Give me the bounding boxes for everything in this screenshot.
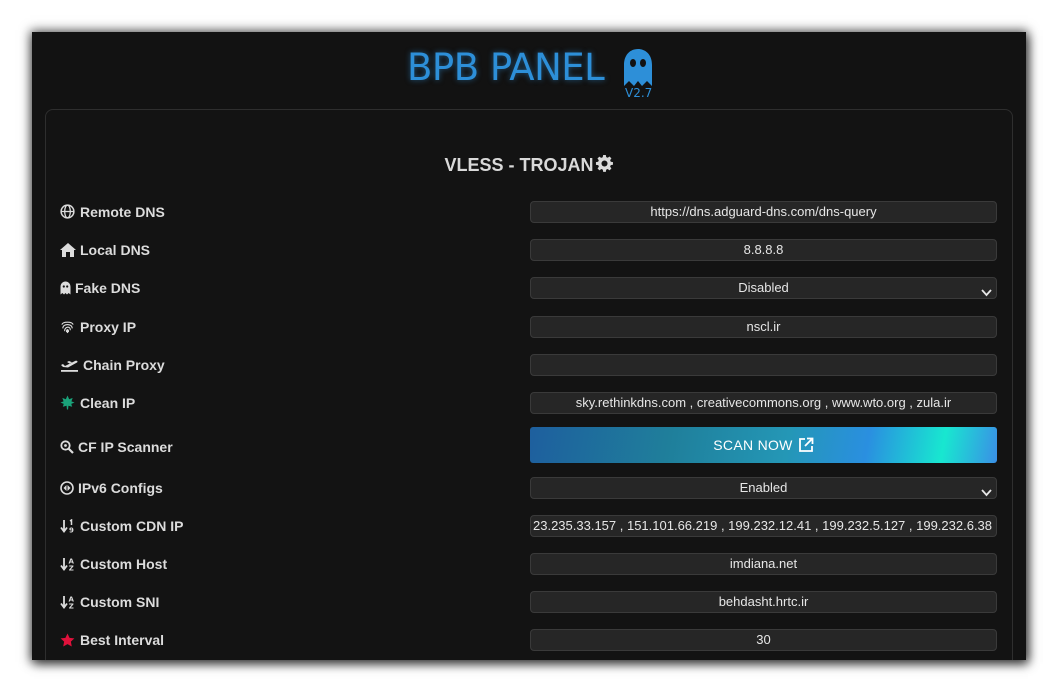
app-window: BPB PANEL V2.7 VLESS - TROJAN Remote DNS… — [32, 32, 1026, 660]
chain-proxy-input[interactable] — [530, 354, 997, 376]
ipv6-configs-value: Enabled — [739, 480, 788, 495]
cf-ip-scanner-label: CF IP Scanner — [60, 435, 173, 459]
proxy-ip-label: Proxy IP — [60, 315, 136, 339]
row-proxy-ip: Proxy IP nscl.ir — [60, 315, 998, 339]
row-fake-dns: Fake DNS Disabled — [60, 276, 998, 300]
best-interval-label: Best Interval — [60, 628, 164, 652]
custom-cdn-ip-input[interactable]: 23.235.33.157 , 151.101.66.219 , 199.232… — [530, 515, 997, 537]
ipv6-icon — [60, 478, 74, 495]
proxy-ip-input[interactable]: nscl.ir — [530, 316, 997, 338]
custom-cdn-ip-label: 9 Custom CDN IP — [60, 514, 183, 538]
star-icon — [60, 630, 76, 647]
clean-ip-label: Clean IP — [60, 391, 135, 415]
sort-alpha-icon: AZ — [60, 554, 76, 573]
brand-name: BPB PANEL — [407, 46, 605, 89]
local-dns-label: Local DNS — [60, 238, 150, 262]
custom-host-label: A Z Custom Host — [60, 552, 167, 576]
fake-dns-select[interactable]: Disabled — [530, 277, 997, 299]
leaf-icon — [60, 393, 76, 410]
ipv6-configs-select[interactable]: Enabled — [530, 477, 997, 499]
row-custom-sni: A Z Custom SNI behdasht.hrtc.ir — [60, 590, 998, 614]
section-title: VLESS - TROJAN — [46, 154, 1012, 178]
row-cf-ip-scanner: CF IP Scanner SCAN NOW — [60, 427, 998, 463]
fake-dns-value: Disabled — [738, 280, 789, 295]
section-title-text: VLESS - TROJAN — [444, 155, 594, 175]
scan-now-button[interactable]: SCAN NOW — [530, 427, 997, 463]
magnify-gear-icon — [60, 437, 74, 454]
settings-card: VLESS - TROJAN Remote DNS https://dns.ad… — [45, 109, 1013, 660]
ghost-icon — [60, 278, 71, 295]
row-local-dns: Local DNS 8.8.8.8 — [60, 238, 998, 262]
best-interval-input[interactable]: 30 — [530, 629, 997, 651]
fingerprint-icon — [60, 317, 76, 334]
row-best-interval: Best Interval 30 — [60, 628, 998, 652]
chevron-down-icon — [981, 283, 992, 298]
row-custom-cdn-ip: 9 Custom CDN IP 23.235.33.157 , 151.101.6… — [60, 514, 998, 538]
row-clean-ip: Clean IP sky.rethinkdns.com , creativeco… — [60, 391, 998, 415]
custom-host-input[interactable]: imdiana.net — [530, 553, 997, 575]
clean-ip-input[interactable]: sky.rethinkdns.com , creativecommons.org… — [530, 392, 997, 414]
row-chain-proxy: Chain Proxy — [60, 353, 998, 377]
chain-proxy-label: Chain Proxy — [60, 353, 165, 377]
row-custom-host: A Z Custom Host imdiana.net — [60, 552, 998, 576]
brand-logo: BPB PANEL V2.7 — [407, 46, 667, 106]
sort-alpha-icon: AZ — [60, 592, 76, 611]
custom-sni-input[interactable]: behdasht.hrtc.ir — [530, 591, 997, 613]
fake-dns-label: Fake DNS — [60, 276, 140, 300]
gear-icon[interactable] — [595, 154, 614, 178]
svg-text:Z: Z — [69, 565, 74, 572]
globe-icon — [60, 202, 76, 219]
custom-sni-label: A Z Custom SNI — [60, 590, 159, 614]
brand-version: V2.7 — [625, 86, 653, 100]
svg-text:9: 9 — [69, 527, 74, 534]
remote-dns-input[interactable]: https://dns.adguard-dns.com/dns-query — [530, 201, 997, 223]
home-icon — [60, 240, 76, 257]
local-dns-input[interactable]: 8.8.8.8 — [530, 239, 997, 261]
scan-now-label: SCAN NOW — [713, 437, 793, 453]
row-remote-dns: Remote DNS https://dns.adguard-dns.com/d… — [60, 200, 998, 224]
external-link-icon — [798, 430, 814, 466]
remote-dns-label: Remote DNS — [60, 200, 165, 224]
sort-numeric-icon: 9 — [60, 516, 76, 535]
plane-departure-icon — [60, 355, 79, 372]
row-ipv6-configs: IPv6 Configs Enabled — [60, 476, 998, 500]
svg-text:Z: Z — [69, 603, 74, 610]
chevron-down-icon — [981, 483, 992, 498]
ipv6-configs-label: IPv6 Configs — [60, 476, 163, 500]
